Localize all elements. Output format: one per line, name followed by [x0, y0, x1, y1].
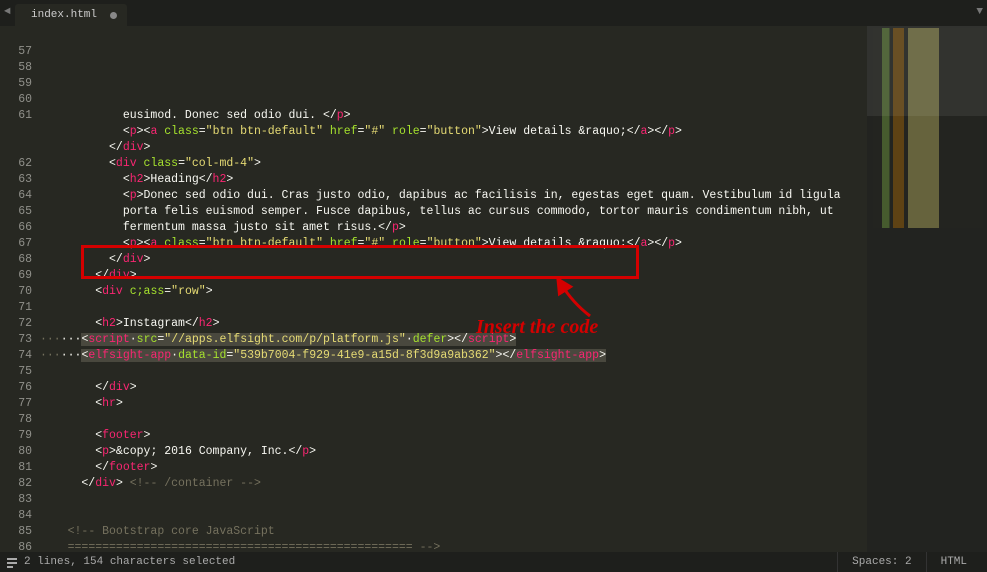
annotation-text: Insert the code [476, 319, 598, 335]
code-line[interactable] [40, 300, 867, 316]
line-number: 77 [0, 396, 32, 412]
code-line[interactable] [40, 364, 867, 380]
line-number: 75 [0, 364, 32, 380]
tab-filename: index.html [31, 9, 97, 21]
line-number: 73 [0, 332, 32, 348]
line-number: 85 [0, 524, 32, 540]
line-number [0, 28, 32, 44]
chevron-left-icon[interactable]: ◄ [4, 6, 11, 18]
line-number: 79 [0, 428, 32, 444]
status-indent[interactable]: Spaces: 2 [837, 552, 925, 572]
file-tab[interactable]: index.html [15, 4, 127, 26]
code-line[interactable]: <h2>Heading</h2> [40, 172, 867, 188]
selection-icon [6, 556, 18, 568]
code-line[interactable]: <p>Donec sed odio dui. Cras justo odio, … [40, 188, 867, 204]
line-number: 71 [0, 300, 32, 316]
status-selection: 2 lines, 154 characters selected [24, 556, 235, 568]
code-line[interactable]: <!-- Bootstrap core JavaScript [40, 524, 867, 540]
editor[interactable]: 5758596061 626364656667686970717273747576… [0, 26, 987, 552]
dirty-indicator-icon [110, 12, 117, 19]
code-line[interactable]: <p><a class="btn btn-default" href="#" r… [40, 124, 867, 140]
code-line[interactable] [40, 412, 867, 428]
line-number: 80 [0, 444, 32, 460]
code-line[interactable]: <p>&copy; 2016 Company, Inc.</p> [40, 444, 867, 460]
line-number: 83 [0, 492, 32, 508]
line-number [0, 140, 32, 156]
line-number: 62 [0, 156, 32, 172]
code-line[interactable]: <p><a class="btn btn-default" href="#" r… [40, 236, 867, 252]
code-line[interactable]: <div c;ass="row"> [40, 284, 867, 300]
status-bar: 2 lines, 154 characters selected Spaces:… [0, 552, 987, 572]
line-number: 61 [0, 108, 32, 124]
line-number: 82 [0, 476, 32, 492]
code-line[interactable]: </div> <!-- /container --> [40, 476, 867, 492]
code-line[interactable]: ······<script·src="//apps.elfsight.com/p… [40, 332, 867, 348]
line-number-gutter: 5758596061 626364656667686970717273747576… [0, 26, 40, 552]
code-line[interactable]: ······<elfsight-app·data-id="539b7004-f9… [40, 348, 867, 364]
line-number: 65 [0, 204, 32, 220]
chevron-down-icon[interactable]: ▼ [976, 6, 983, 18]
line-number: 84 [0, 508, 32, 524]
code-line[interactable]: porta felis euismod semper. Fusce dapibu… [40, 204, 867, 220]
status-syntax[interactable]: HTML [926, 552, 981, 572]
line-number: 60 [0, 92, 32, 108]
code-line[interactable]: ========================================… [40, 540, 867, 552]
code-line[interactable]: fermentum massa justo sit amet risus.</p… [40, 220, 867, 236]
code-line[interactable]: <hr> [40, 396, 867, 412]
line-number: 72 [0, 316, 32, 332]
line-number: 68 [0, 252, 32, 268]
code-line[interactable]: <div class="col-md-4"> [40, 156, 867, 172]
code-line[interactable]: </footer> [40, 460, 867, 476]
line-number: 58 [0, 60, 32, 76]
line-number: 74 [0, 348, 32, 364]
line-number: 69 [0, 268, 32, 284]
code-line[interactable]: </div> [40, 140, 867, 156]
code-area[interactable]: Insert the code eusimod. Donec sed odio … [40, 26, 867, 552]
minimap-viewport[interactable] [867, 26, 987, 116]
tab-bar: ◄ index.html ▼ [0, 0, 987, 26]
line-number: 81 [0, 460, 32, 476]
code-line[interactable]: eusimod. Donec sed odio dui. </p> [40, 108, 867, 124]
line-number: 64 [0, 188, 32, 204]
code-line[interactable]: <h2>Instagram</h2> [40, 316, 867, 332]
code-line[interactable] [40, 508, 867, 524]
code-line[interactable]: </div> [40, 252, 867, 268]
line-number [0, 124, 32, 140]
line-number: 66 [0, 220, 32, 236]
line-number: 78 [0, 412, 32, 428]
line-number: 57 [0, 44, 32, 60]
line-number: 70 [0, 284, 32, 300]
minimap[interactable] [867, 26, 987, 552]
line-number: 76 [0, 380, 32, 396]
code-line[interactable]: <footer> [40, 428, 867, 444]
code-line[interactable]: </div> [40, 268, 867, 284]
code-line[interactable]: </div> [40, 380, 867, 396]
line-number: 63 [0, 172, 32, 188]
line-number: 67 [0, 236, 32, 252]
code-line[interactable] [40, 492, 867, 508]
line-number: 59 [0, 76, 32, 92]
